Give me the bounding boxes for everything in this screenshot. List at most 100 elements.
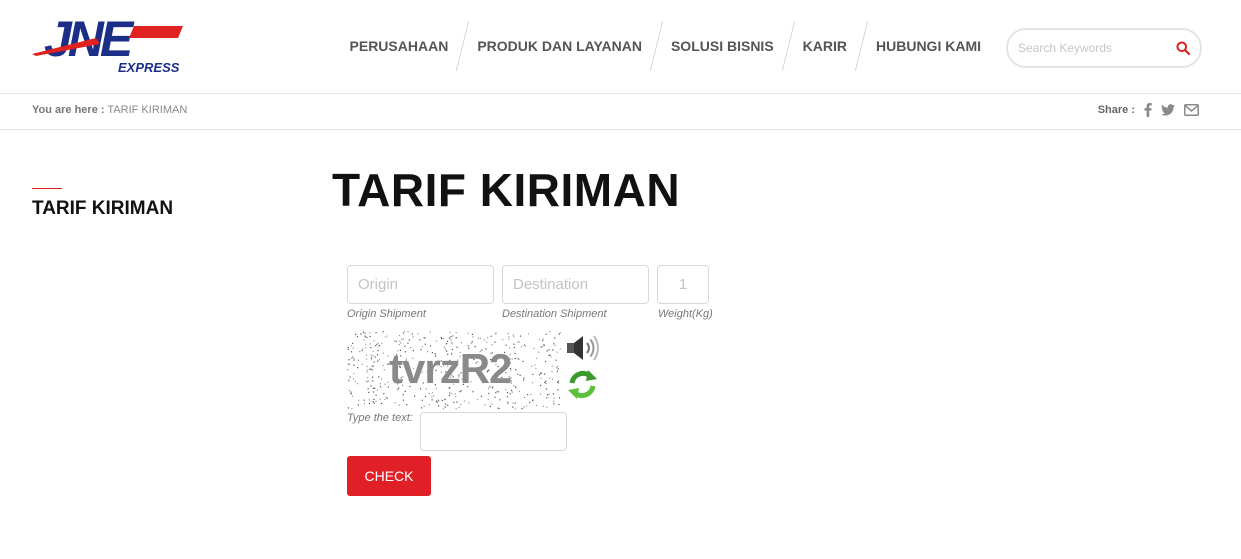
captcha-noise-dot (509, 393, 511, 395)
breadcrumb-current[interactable]: TARIF KIRIMAN (107, 104, 187, 116)
captcha-noise-dot (544, 373, 546, 375)
captcha-noise-dot (394, 402, 396, 404)
destination-input[interactable] (502, 265, 649, 304)
captcha-image: tvrzR2 (347, 331, 562, 411)
captcha-noise-dot (366, 371, 368, 373)
captcha-noise-dot (444, 406, 446, 408)
captcha-noise-dot (538, 339, 540, 341)
captcha-noise-dot (544, 382, 546, 384)
captcha-noise-dot (375, 332, 377, 334)
check-button[interactable]: CHECK (347, 456, 431, 496)
captcha-noise-dot (479, 337, 482, 339)
audio-icon[interactable] (565, 333, 601, 363)
captcha-noise-dot (449, 331, 451, 333)
captcha-noise-dot (404, 331, 406, 333)
weight-input[interactable] (657, 265, 709, 304)
origin-input[interactable] (347, 265, 494, 304)
main-nav: PERUSAHAAN PRODUK DAN LAYANAN SOLUSI BIS… (336, 20, 995, 72)
captcha-noise-dot (368, 399, 370, 401)
captcha-noise-dot (542, 340, 544, 342)
captcha-noise-dot (535, 367, 537, 369)
captcha-noise-dot (472, 336, 474, 338)
site-header: JNE EXPRESS PERUSAHAAN PRODUK DAN LAYANA… (0, 0, 1241, 94)
captcha-noise-dot (375, 345, 377, 347)
origin-hint: Origin Shipment (347, 308, 426, 320)
captcha-noise-dot (499, 399, 501, 401)
captcha-input[interactable] (420, 412, 567, 451)
breadcrumb-prefix: You are here : (32, 104, 105, 116)
captcha-noise-dot (379, 398, 381, 400)
captcha-noise-dot (400, 342, 402, 344)
captcha-noise-dot (514, 408, 516, 410)
captcha-noise-dot (554, 344, 556, 347)
nav-item-produk-dan-layanan[interactable]: PRODUK DAN LAYANAN (463, 20, 656, 72)
captcha-noise-dot (442, 408, 444, 410)
breadcrumb: You are here : TARIF KIRIMAN (32, 104, 187, 116)
captcha-noise-dot (350, 391, 352, 393)
captcha-noise-dot (468, 402, 470, 404)
captcha-noise-dot (508, 336, 510, 338)
nav-item-karir[interactable]: KARIR (789, 20, 861, 72)
captcha-noise-dot (347, 348, 349, 350)
captcha-noise-dot (460, 404, 462, 406)
search-icon[interactable] (1176, 41, 1190, 55)
captcha-noise-dot (506, 396, 508, 398)
captcha-noise-dot (553, 403, 555, 405)
captcha-noise-dot (419, 339, 421, 341)
logo-text: JNE (44, 11, 135, 67)
captcha-noise-dot (531, 365, 533, 367)
captcha-noise-dot (367, 380, 369, 382)
captcha-noise-dot (460, 342, 463, 344)
captcha-noise-dot (553, 397, 555, 399)
captcha-noise-dot (445, 398, 447, 400)
email-icon[interactable] (1184, 104, 1199, 116)
captcha-noise-dot (384, 398, 386, 401)
captcha-noise-dot (527, 394, 529, 396)
captcha-noise-dot (444, 403, 447, 405)
nav-item-solusi-bisnis[interactable]: SOLUSI BISNIS (657, 20, 788, 72)
captcha-noise-dot (382, 364, 384, 367)
captcha-noise-dot (514, 358, 516, 360)
captcha-noise-dot (507, 332, 509, 335)
captcha-noise-dot (483, 339, 485, 341)
captcha-noise-dot (373, 402, 375, 404)
captcha-noise-dot (532, 382, 534, 384)
captcha-noise-dot (372, 387, 374, 389)
captcha-noise-dot (549, 377, 551, 379)
captcha-noise-dot (433, 395, 435, 397)
facebook-icon[interactable] (1144, 103, 1152, 117)
captcha-noise-dot (350, 351, 353, 353)
nav-item-perusahaan[interactable]: PERUSAHAAN (336, 20, 463, 72)
jne-logo[interactable]: JNE EXPRESS (30, 8, 190, 78)
captcha-noise-dot (513, 385, 515, 387)
nav-item-hubungi-kami[interactable]: HUBUNGI KAMI (862, 20, 995, 72)
page-title: TARIF KIRIMAN (332, 164, 681, 216)
captcha-noise-dot (377, 350, 379, 352)
captcha-noise-dot (540, 372, 542, 375)
captcha-noise-dot (378, 345, 380, 347)
search-input[interactable] (1018, 38, 1168, 58)
captcha-noise-dot (452, 335, 454, 337)
refresh-icon[interactable] (566, 368, 599, 401)
captcha-noise-dot (455, 337, 457, 339)
captcha-noise-dot (477, 337, 480, 339)
captcha-noise-dot (385, 396, 387, 398)
captcha-noise-dot (348, 380, 350, 382)
twitter-icon[interactable] (1161, 104, 1175, 116)
captcha-noise-dot (467, 332, 469, 334)
captcha-noise-dot (548, 349, 550, 351)
captcha-noise-dot (438, 405, 440, 407)
captcha-noise-dot (553, 400, 555, 402)
captcha-noise-dot (552, 393, 554, 395)
captcha-noise-dot (523, 379, 525, 381)
captcha-noise-dot (348, 363, 350, 365)
captcha-noise-dot (546, 350, 548, 352)
captcha-noise-dot (514, 352, 516, 354)
captcha-noise-dot (369, 368, 371, 370)
captcha-noise-dot (545, 361, 547, 363)
search-box (1006, 28, 1202, 68)
captcha-noise-dot (438, 400, 440, 402)
captcha-noise-dot (552, 349, 554, 351)
captcha-noise-dot (523, 406, 525, 408)
captcha-noise-dot (406, 404, 408, 406)
